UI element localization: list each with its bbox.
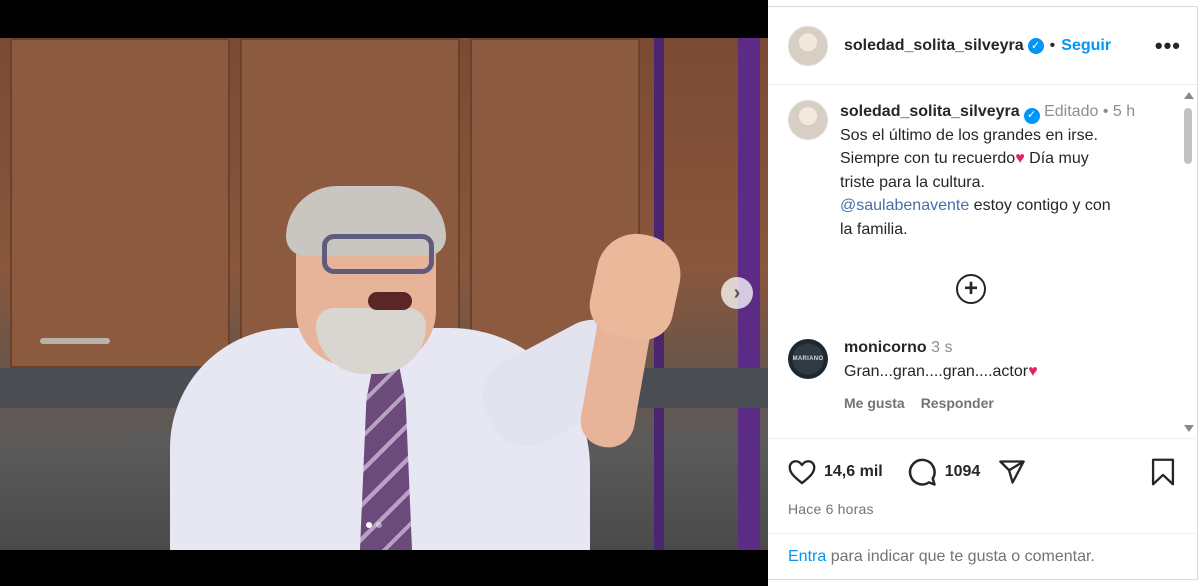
load-more-comments-button[interactable]: + — [956, 274, 986, 304]
comment-count: 1094 — [944, 463, 981, 480]
share-icon — [999, 460, 1026, 484]
cabinet-handle — [40, 338, 110, 344]
mention-link[interactable]: @saulabenavente — [840, 197, 969, 214]
post-side-panel: soledad_solita_silveyra ✓ • Seguir ••• s… — [768, 6, 1198, 580]
save-button[interactable] — [1150, 458, 1176, 486]
caption-line: estoy contigo y con — [969, 197, 1111, 215]
carousel-dot — [376, 522, 382, 528]
post-photo[interactable] — [0, 38, 768, 550]
comment-age: 3 s — [931, 339, 953, 356]
carousel-next-button[interactable]: › — [721, 277, 753, 309]
caption-separator: • — [1102, 103, 1109, 120]
verified-badge-icon: ✓ — [1027, 37, 1044, 54]
edited-label: Editado — [1044, 103, 1099, 120]
caption-author-avatar[interactable] — [788, 100, 828, 140]
comment-item: MARIANO monicorno 3 s Gran...gran....gra… — [788, 339, 1038, 411]
like-count[interactable]: 14,6 mil — [824, 463, 883, 481]
bookmark-icon — [1151, 458, 1175, 486]
comment-text-content: Gran...gran....gran....actor — [844, 363, 1029, 380]
comment-actions: Me gusta Responder — [844, 395, 1038, 411]
commenter-username[interactable]: monicorno — [844, 339, 927, 356]
caption-author-username[interactable]: soledad_solita_silveyra — [840, 103, 1020, 120]
heart-emoji-icon: ♥ — [1028, 363, 1038, 380]
comment-button[interactable]: 1094 — [907, 457, 981, 487]
verified-badge-icon: ✓ — [1023, 107, 1040, 124]
comment-body: monicorno 3 s Gran...gran....gran....act… — [844, 339, 1038, 411]
like-button[interactable]: 14,6 mil — [788, 459, 883, 485]
follow-button[interactable]: Seguir — [1061, 37, 1111, 55]
post-caption: soledad_solita_silveyra ✓ Editado • 5 h S… — [788, 100, 1170, 241]
login-link[interactable]: Entra — [788, 548, 826, 565]
caption-text: soledad_solita_silveyra ✓ Editado • 5 h S… — [840, 100, 1170, 241]
chevron-right-icon: › — [733, 281, 741, 304]
carousel-dot-active — [366, 522, 372, 528]
post-media: › — [0, 0, 768, 586]
login-prompt-text: para indicar que te gusta o comentar. — [826, 548, 1095, 565]
share-button[interactable] — [998, 458, 1026, 486]
comments-section: soledad_solita_silveyra ✓ Editado • 5 h S… — [768, 86, 1196, 436]
post-actions-bar: 14,6 mil 1094 Hace 6 horas — [768, 438, 1196, 517]
caption-line: Sos el último de los grandes en irse. — [840, 126, 1098, 144]
comment-text: Gran...gran....gran....actor♥ — [844, 363, 1038, 381]
caption-line: la familia. — [840, 220, 908, 238]
caption-age: 5 h — [1112, 103, 1136, 120]
comment-reply-button[interactable]: Responder — [921, 395, 994, 411]
comment-icon — [908, 458, 936, 486]
cabinet — [10, 38, 230, 368]
commenter-avatar-text: MARIANO — [792, 356, 824, 362]
person-glasses — [322, 234, 434, 274]
person-mouth — [368, 292, 412, 310]
post-timestamp: Hace 6 horas — [788, 501, 874, 517]
comment-like-button[interactable]: Me gusta — [844, 395, 905, 411]
scroll-thumb[interactable] — [1184, 108, 1192, 164]
caption-line: triste para la cultura. — [840, 173, 985, 191]
author-username[interactable]: soledad_solita_silveyra — [844, 37, 1024, 55]
scroll-up-arrow-icon[interactable] — [1184, 92, 1194, 99]
heart-icon — [788, 460, 816, 485]
more-options-icon[interactable]: ••• — [1155, 33, 1181, 59]
plus-circle-icon: + — [963, 275, 978, 302]
caption-line: Siempre con tu recuerdo — [840, 150, 1016, 168]
caption-line: Día muy — [1024, 150, 1089, 168]
comment-header: monicorno 3 s — [844, 339, 1038, 357]
post-header: soledad_solita_silveyra ✓ • Seguir ••• — [768, 7, 1197, 85]
commenter-avatar[interactable]: MARIANO — [788, 339, 828, 379]
comments-scrollbar[interactable] — [1182, 92, 1194, 432]
heart-emoji-icon: ♥ — [1015, 150, 1025, 168]
post-actions-row: 14,6 mil 1094 — [768, 439, 1196, 489]
scroll-down-arrow-icon[interactable] — [1184, 425, 1194, 432]
login-prompt: Entra para indicar que te gusta o coment… — [768, 533, 1196, 580]
author-avatar[interactable] — [788, 25, 828, 66]
carousel-dots — [366, 522, 382, 528]
header-separator: • — [1049, 36, 1056, 54]
